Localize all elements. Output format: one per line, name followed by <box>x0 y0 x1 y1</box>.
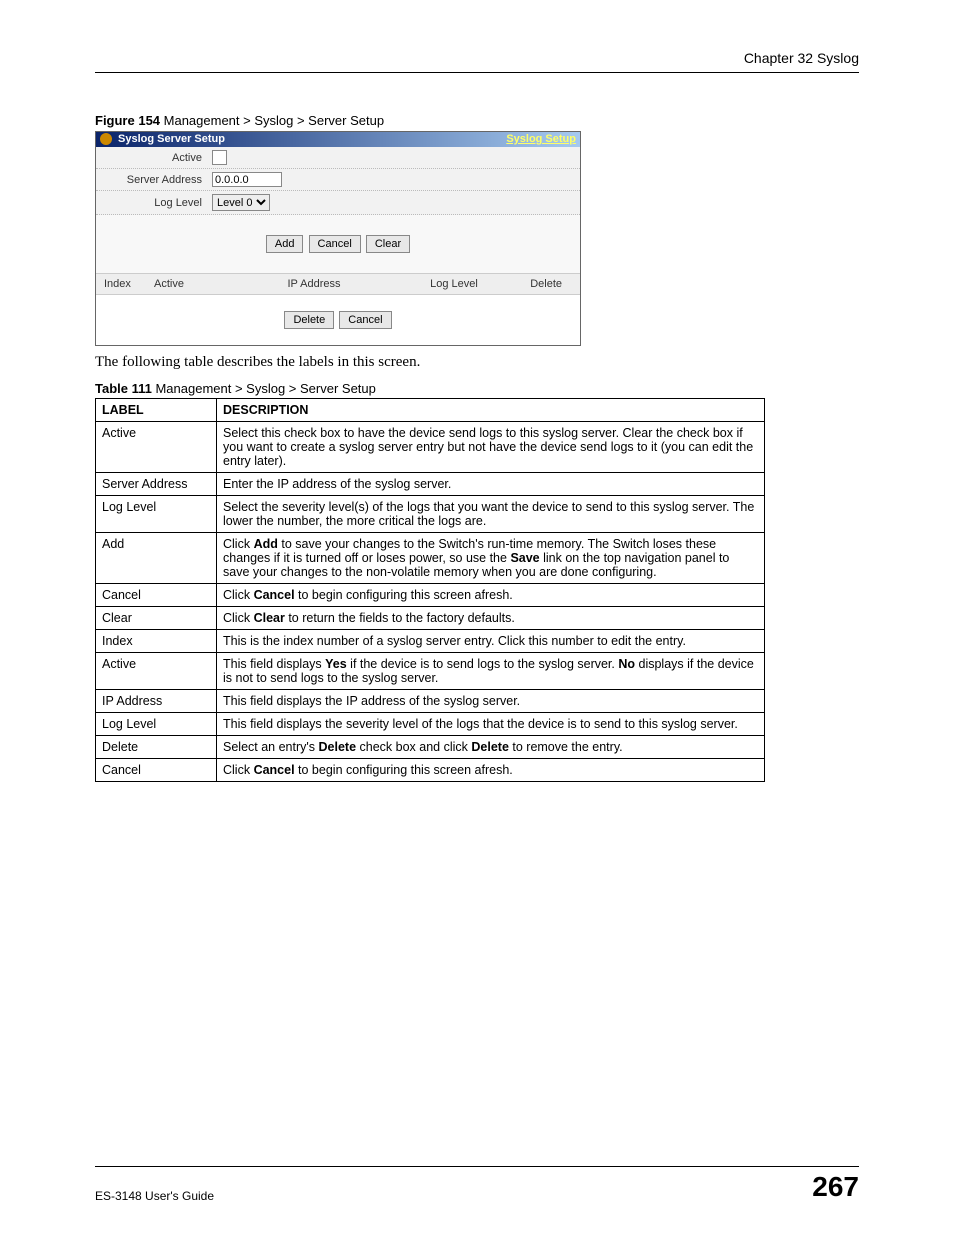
th-description: DESCRIPTION <box>217 399 765 422</box>
row-description: This field displays Yes if the device is… <box>217 653 765 690</box>
table-row: IndexThis is the index number of a syslo… <box>96 630 765 653</box>
table-row: IP AddressThis field displays the IP add… <box>96 690 765 713</box>
row-label: Delete <box>96 736 217 759</box>
server-list-header: Index Active IP Address Log Level Delete <box>96 273 580 295</box>
description-table: LABEL DESCRIPTION ActiveSelect this chec… <box>95 398 765 782</box>
clear-button[interactable]: Clear <box>366 235 410 253</box>
chapter-header: Chapter 32 Syslog <box>95 50 859 73</box>
row-description: Click Cancel to begin configuring this s… <box>217 759 765 782</box>
screenshot-titlebar: Syslog Server Setup Syslog Setup <box>96 132 580 147</box>
col-log: Log Level <box>404 278 504 290</box>
page-footer: ES-3148 User's Guide 267 <box>95 1166 859 1203</box>
cancel-button-2[interactable]: Cancel <box>339 311 391 329</box>
th-label: LABEL <box>96 399 217 422</box>
table-row: Server AddressEnter the IP address of th… <box>96 473 765 496</box>
row-description: Select the severity level(s) of the logs… <box>217 496 765 533</box>
delete-button[interactable]: Delete <box>284 311 334 329</box>
row-description: Click Add to save your changes to the Sw… <box>217 533 765 584</box>
table-row: ActiveSelect this check box to have the … <box>96 422 765 473</box>
row-label: Active <box>96 653 217 690</box>
row-label: Active <box>96 422 217 473</box>
row-label: Cancel <box>96 584 217 607</box>
add-button[interactable]: Add <box>266 235 304 253</box>
orb-icon <box>100 133 112 145</box>
table-row: ActiveThis field displays Yes if the dev… <box>96 653 765 690</box>
server-address-label: Server Address <box>102 174 212 186</box>
syslog-setup-link[interactable]: Syslog Setup <box>506 133 576 145</box>
col-index: Index <box>104 278 154 290</box>
col-ip: IP Address <box>224 278 404 290</box>
row-label: Log Level <box>96 713 217 736</box>
figure-caption: Figure 154 Management > Syslog > Server … <box>95 113 859 128</box>
screenshot-title: Syslog Server Setup <box>118 133 225 145</box>
table-caption: Table 111 Management > Syslog > Server S… <box>95 381 859 396</box>
table-row: AddClick Add to save your changes to the… <box>96 533 765 584</box>
row-label: Clear <box>96 607 217 630</box>
figure-caption-text: Management > Syslog > Server Setup <box>164 113 384 128</box>
active-label: Active <box>102 152 212 164</box>
table-caption-text: Management > Syslog > Server Setup <box>155 381 375 396</box>
server-address-input[interactable] <box>212 172 282 187</box>
cancel-button[interactable]: Cancel <box>309 235 361 253</box>
table-row: ClearClick Clear to return the fields to… <box>96 607 765 630</box>
row-label: Cancel <box>96 759 217 782</box>
row-label: Index <box>96 630 217 653</box>
row-description: This is the index number of a syslog ser… <box>217 630 765 653</box>
page-number: 267 <box>812 1171 859 1203</box>
row-label: Add <box>96 533 217 584</box>
row-description: This field displays the severity level o… <box>217 713 765 736</box>
row-description: Select an entry's Delete check box and c… <box>217 736 765 759</box>
col-active: Active <box>154 278 224 290</box>
row-label: Log Level <box>96 496 217 533</box>
body-text: The following table describes the labels… <box>95 354 859 371</box>
table-row: Log LevelThis field displays the severit… <box>96 713 765 736</box>
active-checkbox[interactable] <box>212 150 227 165</box>
row-description: Click Cancel to begin configuring this s… <box>217 584 765 607</box>
row-description: This field displays the IP address of th… <box>217 690 765 713</box>
footer-guide: ES-3148 User's Guide <box>95 1189 214 1203</box>
table-caption-number: Table 111 <box>95 381 155 396</box>
row-label: IP Address <box>96 690 217 713</box>
table-row: DeleteSelect an entry's Delete check box… <box>96 736 765 759</box>
log-level-select[interactable]: Level 0 <box>212 194 270 211</box>
row-description: Select this check box to have the device… <box>217 422 765 473</box>
row-description: Click Clear to return the fields to the … <box>217 607 765 630</box>
screenshot-figure: Syslog Server Setup Syslog Setup Active … <box>95 131 581 346</box>
col-delete: Delete <box>504 278 572 290</box>
table-row: CancelClick Cancel to begin configuring … <box>96 584 765 607</box>
table-row: Log LevelSelect the severity level(s) of… <box>96 496 765 533</box>
row-description: Enter the IP address of the syslog serve… <box>217 473 765 496</box>
figure-caption-number: Figure 154 <box>95 113 164 128</box>
log-level-label: Log Level <box>102 197 212 209</box>
row-label: Server Address <box>96 473 217 496</box>
table-row: CancelClick Cancel to begin configuring … <box>96 759 765 782</box>
